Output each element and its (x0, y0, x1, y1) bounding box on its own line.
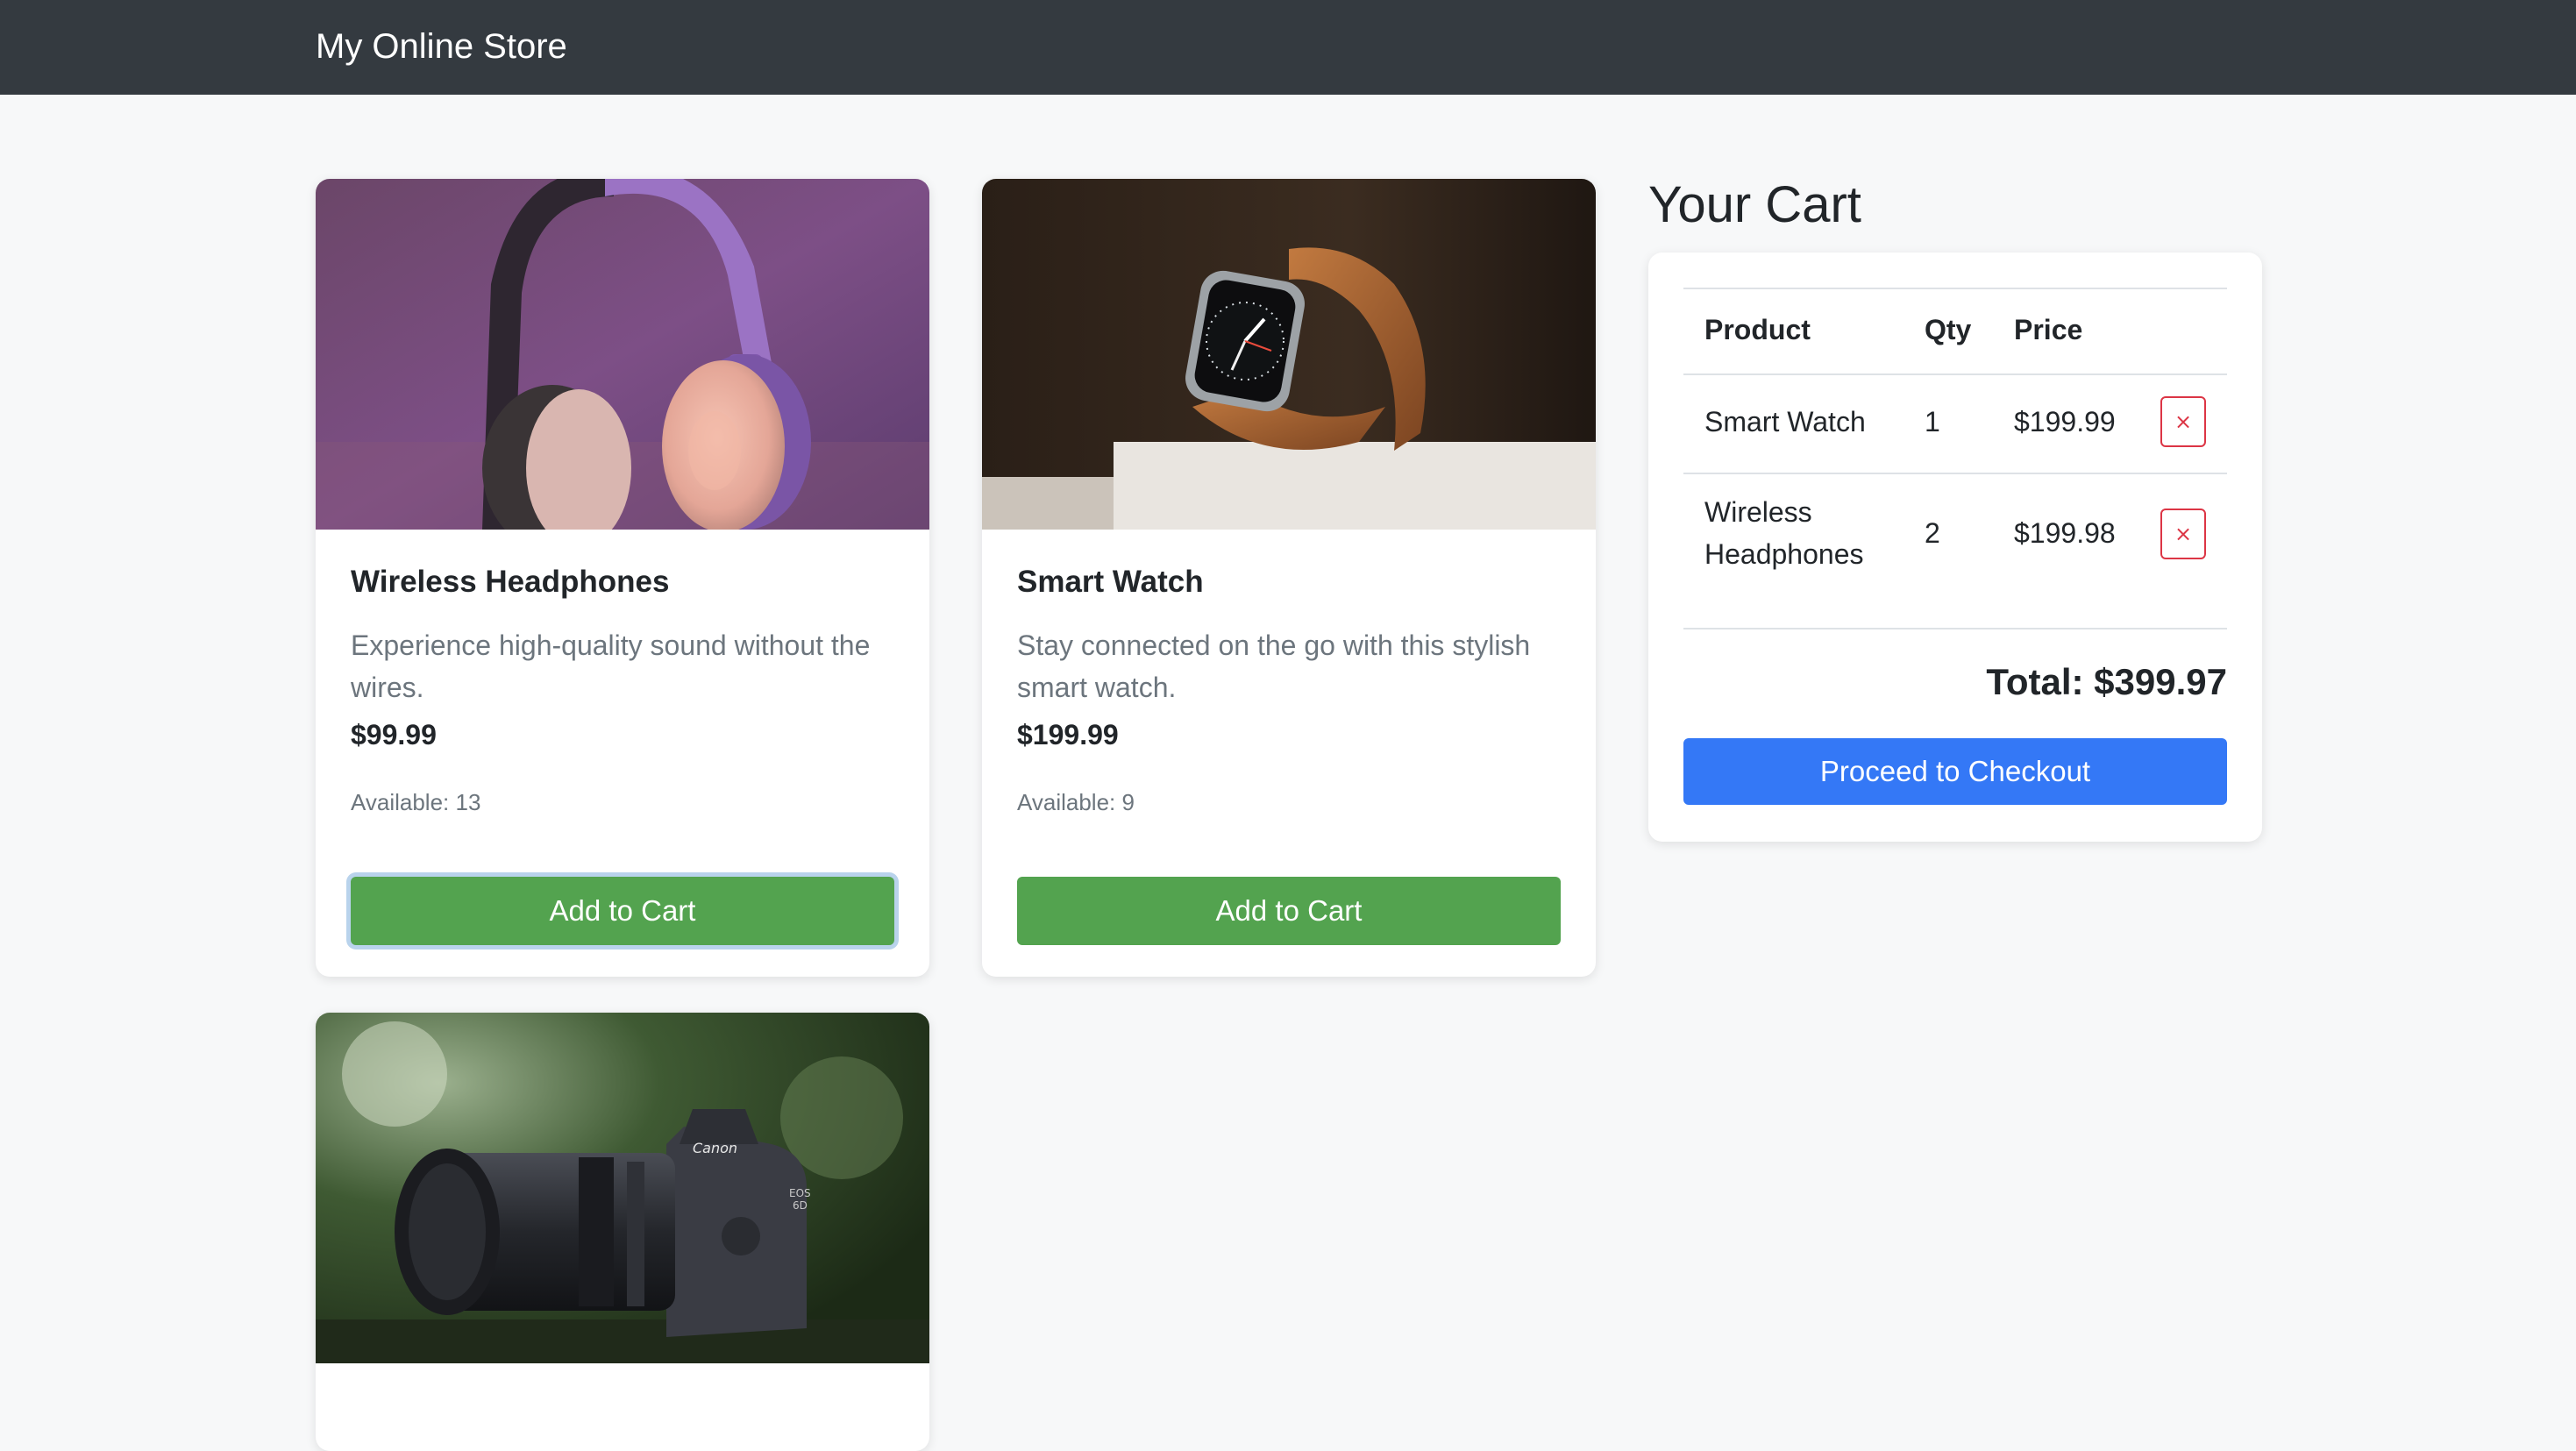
product-card-camera: Canon EOS 6D (316, 1013, 929, 1451)
column-header-qty: Qty (1925, 314, 1972, 345)
product-availability: Available: 9 (1017, 789, 1135, 815)
product-image-smart-watch (982, 179, 1596, 530)
cart-item-product: Smart Watch (1704, 406, 1866, 437)
header-divider (1683, 373, 2227, 375)
product-image-camera: Canon EOS 6D (316, 1013, 929, 1363)
cart-heading: Your Cart (1648, 176, 1861, 233)
product-price: $199.99 (1017, 719, 1119, 750)
product-name: Smart Watch (1017, 565, 1204, 599)
cart-item-qty: 1 (1925, 406, 1940, 437)
camera-model-text: EOS (789, 1187, 811, 1199)
product-availability: Available: 13 (351, 789, 481, 815)
product-description: Experience high-quality sound without th… (351, 629, 871, 703)
navbar: My Online Store (0, 0, 2576, 95)
table-top-divider (1683, 288, 2227, 289)
product-name: Wireless Headphones (351, 565, 670, 599)
column-header-price: Price (2014, 314, 2083, 345)
remove-item-button[interactable]: × (2160, 396, 2206, 447)
cart-panel: Product Qty Price Smart Watch 1 $199.99 … (1648, 253, 2262, 842)
cart-item-price: $199.99 (2014, 406, 2116, 437)
close-icon: × (2174, 409, 2193, 434)
camera-brand-text: Canon (693, 1140, 737, 1156)
product-card-smart-watch: Smart Watch Stay connected on the go wit… (982, 179, 1596, 977)
row-divider (1683, 473, 2227, 474)
cart-item-product: Wireless Headphones (1704, 496, 1864, 570)
product-price: $99.99 (351, 719, 437, 750)
cart-total: Total: $399.97 (1986, 661, 2227, 702)
remove-item-button[interactable]: × (2160, 509, 2206, 559)
add-to-cart-button[interactable]: Add to Cart (1017, 877, 1561, 945)
camera-model-number-text: 6D (793, 1199, 808, 1212)
column-header-product: Product (1704, 314, 1811, 345)
cart-item-price: $199.98 (2014, 517, 2116, 549)
add-to-cart-button[interactable]: Add to Cart (351, 877, 894, 945)
cart-item-qty: 2 (1925, 517, 1940, 549)
table-bottom-divider (1683, 628, 2227, 629)
product-card-headphones: Wireless Headphones Experience high-qual… (316, 179, 929, 977)
checkout-button[interactable]: Proceed to Checkout (1683, 738, 2227, 805)
close-icon: × (2174, 522, 2193, 546)
product-image-headphones (316, 179, 929, 530)
product-description: Stay connected on the go with this styli… (1017, 629, 1531, 703)
store-brand[interactable]: My Online Store (316, 23, 567, 70)
